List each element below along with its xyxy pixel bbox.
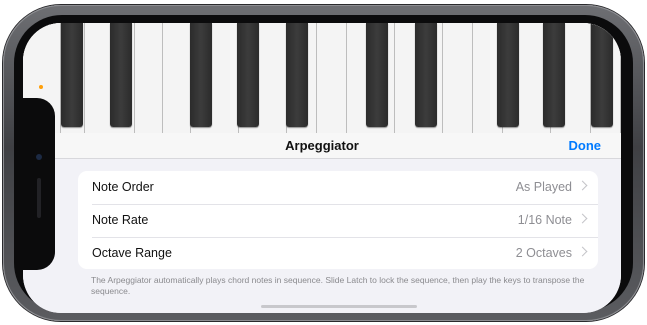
note-order-value: As Played (515, 180, 572, 194)
chevron-right-icon (577, 246, 588, 257)
piano-black-key[interactable] (190, 23, 212, 127)
piano-black-key[interactable] (497, 23, 519, 127)
octave-range-label: Octave Range (92, 246, 172, 260)
footer-description: The Arpeggiator automatically plays chor… (91, 275, 585, 296)
speaker-grille (37, 178, 41, 218)
piano-black-key[interactable] (415, 23, 437, 127)
piano-black-key[interactable] (110, 23, 132, 127)
piano-keyboard[interactable] (23, 23, 621, 133)
octave-range-row[interactable]: Octave Range 2 Octaves (78, 237, 598, 269)
piano-black-key[interactable] (61, 23, 83, 127)
camera-icon (36, 154, 42, 160)
settings-group: Note Order As Played Note Rate 1/16 Note… (78, 171, 598, 269)
chevron-right-icon (577, 213, 588, 224)
sensor-housing (23, 98, 55, 270)
navigation-bar: Arpeggiator Done (23, 133, 621, 159)
arpeggiator-sheet: Arpeggiator Done Note Order As Played No… (23, 133, 621, 313)
octave-range-value: 2 Octaves (515, 246, 572, 260)
piano-black-key[interactable] (591, 23, 613, 127)
piano-white-key[interactable] (135, 23, 163, 133)
privacy-indicator-dot (39, 85, 43, 89)
piano-black-key[interactable] (366, 23, 388, 127)
page-title: Arpeggiator (285, 138, 359, 153)
note-order-label: Note Order (92, 180, 154, 194)
piano-white-key[interactable] (317, 23, 347, 133)
home-indicator[interactable] (261, 305, 417, 308)
screen: Arpeggiator Done Note Order As Played No… (23, 23, 621, 313)
piano-black-key[interactable] (237, 23, 259, 127)
note-order-row[interactable]: Note Order As Played (78, 171, 598, 204)
piano-white-key[interactable] (163, 23, 191, 133)
piano-black-key[interactable] (543, 23, 565, 127)
piano-black-key[interactable] (286, 23, 308, 127)
note-rate-row[interactable]: Note Rate 1/16 Note (78, 204, 598, 237)
chevron-right-icon (577, 180, 588, 191)
note-rate-value: 1/16 Note (517, 213, 572, 227)
done-button[interactable]: Done (569, 138, 602, 153)
note-rate-label: Note Rate (92, 213, 149, 227)
piano-white-key[interactable] (443, 23, 473, 133)
